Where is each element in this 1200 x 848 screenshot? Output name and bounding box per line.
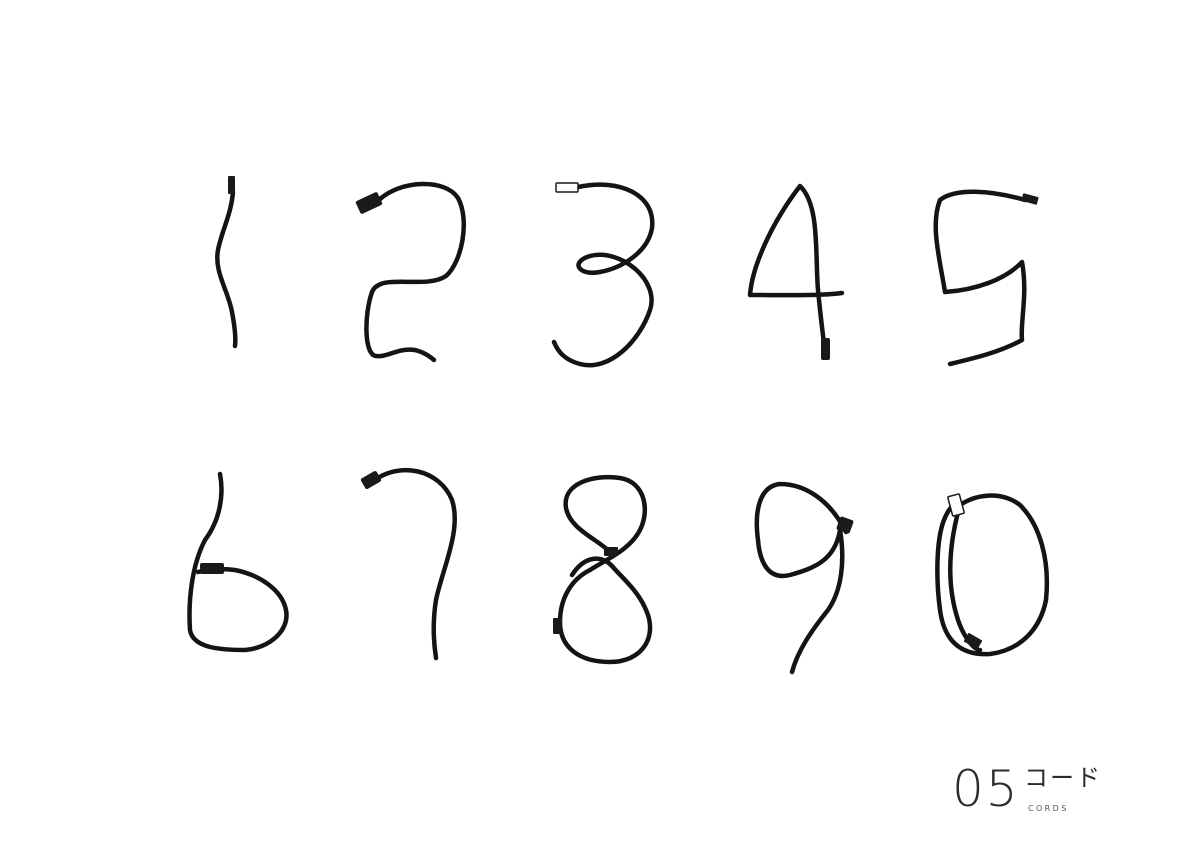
usb-plug-icon [947,493,965,517]
cord-digit-5 [933,189,1039,367]
plug-icon [604,547,618,556]
cord-digit-4 [747,183,845,360]
cord-digit-3 [551,182,655,368]
plug-icon [821,338,830,360]
cord-digit-7 [360,467,457,661]
plug-icon [228,176,235,194]
plug-icon [200,563,224,574]
caption-subtitle: CORDS [1028,804,1069,813]
usb-plug-icon [555,182,579,193]
plug-icon [360,471,382,489]
cord-digit-9 [754,481,854,675]
caption-number: 05 [952,760,1020,818]
cord-digit-2 [355,181,466,363]
plug-icon [355,192,383,214]
plug-icon [553,618,562,634]
caption-title: コード [1024,764,1102,792]
cord-digit-1 [215,176,238,349]
poster: 05 コード CORDS [0,0,1200,848]
cord-digit-0 [935,493,1050,657]
plug-icon [1021,193,1039,205]
cord-digits-illustration [187,176,1050,675]
cord-digit-8 [553,474,653,665]
cord-digit-6 [187,471,289,653]
